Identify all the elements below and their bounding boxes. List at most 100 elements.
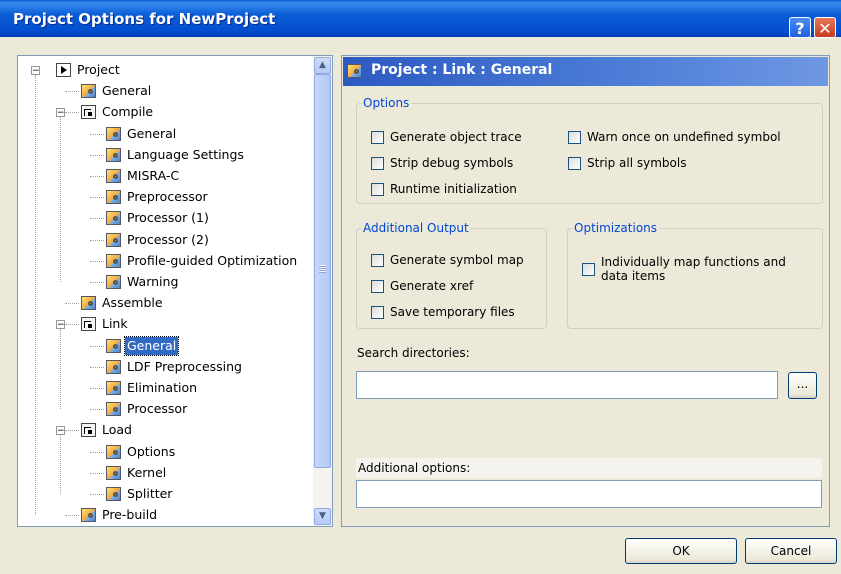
scroll-down-button[interactable]: ▼ (314, 508, 331, 525)
additional-options-label-bar: Additional options: (356, 458, 822, 478)
tree-item-label: General (123, 336, 180, 356)
scroll-thumb[interactable] (314, 74, 331, 468)
checkbox-label: Runtime initialization (390, 182, 517, 196)
tree-item[interactable]: Pre-build (18, 505, 313, 525)
tree-item[interactable]: LDF Preprocessing (18, 357, 313, 377)
checkbox-label: Generate xref (390, 279, 474, 293)
checkbox-label: Strip debug symbols (390, 156, 514, 170)
page-icon (106, 339, 121, 353)
folder-icon (81, 105, 96, 119)
settings-panel: Project : Link : General Options Generat… (341, 55, 830, 527)
additional-output-legend: Additional Output (363, 221, 469, 235)
tree-item[interactable]: Assemble (18, 293, 313, 313)
additional-output-group: Additional Output Generate symbol map Ge… (356, 221, 547, 329)
checkbox-label: Warn once on undefined symbol (587, 130, 781, 144)
ok-button[interactable]: OK (625, 538, 737, 564)
tree-item[interactable]: Profile-guided Optimization (18, 251, 313, 271)
checkbox-box[interactable] (371, 183, 384, 196)
tree-item[interactable]: Options (18, 442, 313, 462)
tree-item-label: Processor (1) (127, 210, 209, 225)
tree-item[interactable]: − Compile (18, 102, 313, 122)
folder-icon (81, 317, 96, 331)
tree-item-label: Project (77, 62, 120, 77)
tree-expander[interactable]: − (56, 426, 65, 436)
tree-item[interactable]: General (18, 336, 313, 356)
tree-item-label: Assemble (102, 295, 163, 310)
tree-item-label: General (127, 126, 177, 141)
checkbox-label: Strip all symbols (587, 156, 687, 170)
page-icon (106, 381, 121, 395)
options-tree-panel: − Project General − Compile General Language S… (17, 55, 333, 527)
tree-scrollbar[interactable]: ▲ ▼ (313, 56, 332, 526)
tree-expander[interactable]: − (56, 320, 65, 330)
page-icon (106, 127, 121, 141)
cancel-button[interactable]: Cancel (745, 538, 837, 564)
checkbox-label: Generate object trace (390, 130, 522, 144)
tree-item[interactable]: Processor (2) (18, 230, 313, 250)
page-icon (106, 148, 121, 162)
page-icon (106, 445, 121, 459)
tree-item[interactable]: General (18, 81, 313, 101)
tree-item-label: Processor (2) (127, 232, 209, 247)
tree-item-label: Options (127, 444, 176, 459)
tree-item[interactable]: Processor (1) (18, 208, 313, 228)
checkbox-box[interactable] (568, 157, 581, 170)
tree-item[interactable]: Language Settings (18, 145, 313, 165)
tree-item-label: Kernel (127, 465, 167, 480)
tree-item[interactable]: Kernel (18, 463, 313, 483)
tree-item[interactable]: − Load (18, 420, 313, 440)
additional-options-input[interactable] (356, 480, 822, 508)
checkbox-box[interactable] (371, 157, 384, 170)
page-icon (106, 190, 121, 204)
tree-item[interactable]: Processor (18, 399, 313, 419)
search-directories-label: Search directories: (357, 346, 470, 360)
checkbox-label: Save temporary files (390, 305, 515, 319)
page-icon (106, 487, 121, 501)
tree-item-label: Processor (127, 401, 188, 416)
tree-expander[interactable]: − (31, 66, 40, 76)
tree-item-label: Compile (102, 104, 154, 119)
browse-button[interactable]: ... (788, 372, 817, 399)
title-bar[interactable]: Project Options for NewProject ? ✕ (0, 0, 841, 38)
checkbox-box[interactable] (371, 254, 384, 267)
tree-item[interactable]: − Project (18, 60, 313, 80)
tree-item-label: LDF Preprocessing (127, 359, 242, 374)
checkbox-box[interactable] (371, 131, 384, 144)
tree-item[interactable]: − Link (18, 314, 313, 334)
checkbox-box[interactable] (568, 131, 581, 144)
tree-item[interactable]: Splitter (18, 484, 313, 504)
page-icon (81, 84, 96, 98)
page-icon (106, 211, 121, 225)
optimizations-group: Optimizations Individually map functions… (567, 221, 823, 329)
page-icon (106, 360, 121, 374)
tree-item[interactable]: Preprocessor (18, 187, 313, 207)
additional-options-label: Additional options: (358, 461, 471, 475)
page-icon (106, 466, 121, 480)
individually-map-checkbox[interactable]: Individually map functions and data item… (582, 255, 802, 287)
scroll-up-button[interactable]: ▲ (314, 57, 331, 74)
options-group: Options Generate object trace Warn once … (356, 96, 823, 204)
search-directories-input[interactable] (356, 371, 778, 399)
tree-item-label: Elimination (127, 380, 198, 395)
tree-item-label: Language Settings (127, 147, 244, 162)
tree-item[interactable]: Elimination (18, 378, 313, 398)
folder-icon (81, 423, 96, 437)
checkbox-box[interactable] (371, 306, 384, 319)
page-icon (106, 233, 121, 247)
tree-item[interactable]: Warning (18, 272, 313, 292)
tree-item[interactable]: General (18, 124, 313, 144)
checkbox-box[interactable] (371, 280, 384, 293)
close-button[interactable]: ✕ (814, 17, 836, 38)
tree-expander[interactable]: − (56, 108, 65, 118)
tree-item[interactable]: MISRA-C (18, 166, 313, 186)
checkbox-box[interactable] (582, 263, 595, 276)
tree-item-label: Link (102, 316, 128, 331)
tree-item-label: MISRA-C (127, 168, 180, 183)
help-button[interactable]: ? (789, 17, 811, 38)
checkbox-label: Individually map functions and data item… (601, 255, 786, 283)
project-icon (56, 63, 71, 77)
panel-title: Project : Link : General (371, 62, 553, 78)
project-options-dialog: Project Options for NewProject ? ✕ − Proj… (0, 0, 841, 574)
page-icon (106, 402, 121, 416)
checkbox-label: Generate symbol map (390, 253, 524, 267)
